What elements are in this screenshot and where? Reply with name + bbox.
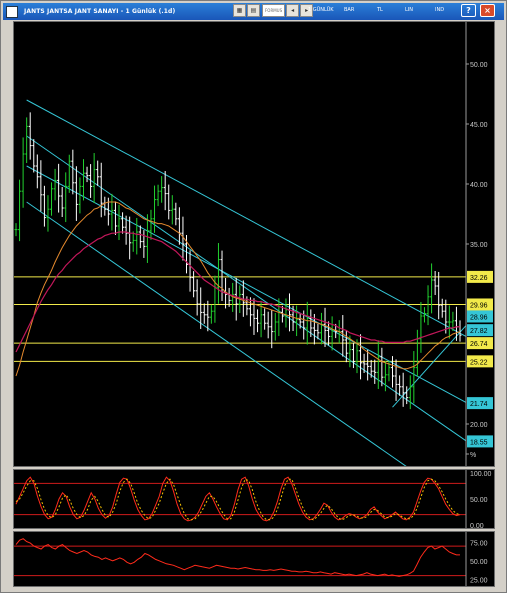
level-price-label: 25.22 [470,359,488,366]
channel-line-1 [26,165,467,403]
formula-field[interactable]: FORMUS [262,4,286,17]
rsi-axis-label: 25.00 [470,577,488,584]
stochastic-axis-label: 50.00 [470,497,488,504]
level-price-label: 32.26 [470,275,488,282]
price-axis-label: 35.00 [470,242,488,249]
rsi-line-0 [15,538,460,577]
rsi-chart[interactable]: 75.00 50.00 25.00 [14,532,494,586]
channel-line-3 [26,201,407,466]
moving-average-slow-line [15,231,460,353]
level-price-label: 27.82 [470,328,488,335]
chart-type-selector[interactable]: BAR [344,7,354,13]
stochastic-panel[interactable]: 100.00 50.00 0.00 [13,469,495,529]
stochastic-chart[interactable]: 100.00 50.00 0.00 [14,470,494,528]
level-price-label: 29.96 [470,302,488,309]
left-arrow-icon[interactable]: ◂ [286,4,300,17]
level-price-label: 26.74 [470,341,488,348]
price-axis-label: % [470,452,476,459]
stochastic-axis-label: 0.00 [470,523,484,528]
period-selector[interactable]: 1 GÜNLÜK [308,7,334,13]
chart-window: JANTS JANTSA JANT SANAYI - 1 Günlük (.1d… [0,0,507,593]
level-price-label: 28.96 [470,314,488,321]
level-price-label: 21.74 [470,401,488,408]
title-bar: JANTS JANTSA JANT SANAYI - 1 Günlük (.1d… [3,3,504,20]
price-axis-label: 45.00 [470,122,488,129]
app-icon [6,5,18,18]
price-panel[interactable]: 50.00 45.00 40.00 35.00 20.00% 32.26 29.96 28.9… [13,21,495,467]
grid-icon[interactable]: ▤ [247,4,260,17]
rsi-panel[interactable]: 75.00 50.00 25.00 [13,531,495,587]
price-chart[interactable]: 50.00 45.00 40.00 35.00 20.00% 32.26 29.96 28.9… [14,22,494,466]
close-button[interactable]: × [480,4,495,17]
moving-average-fast-line [15,201,461,377]
help-button[interactable]: ? [461,4,476,17]
title-toolbar: ▦ ▤ FORMUS ◂ ▸ [233,4,314,17]
price-axis-label: 40.00 [470,182,488,189]
rsi-axis-label: 50.00 [470,559,488,566]
rsi-axis-label: 75.00 [470,540,488,547]
stochastic-axis-label: 100.00 [470,471,492,478]
currency-selector[interactable]: TL [377,7,383,13]
price-axis-label: 20.00 [470,422,488,429]
chart-icon[interactable]: ▦ [233,4,246,17]
window-title: JANTS JANTSA JANT SANAYI - 1 Günlük (.1d… [24,8,176,15]
price-axis-label: 50.00 [470,62,488,69]
indicator-selector[interactable]: IND [435,7,444,13]
scale-selector[interactable]: LIN [405,7,413,13]
level-price-label: 18.55 [470,439,488,446]
left-gutter [3,21,12,589]
